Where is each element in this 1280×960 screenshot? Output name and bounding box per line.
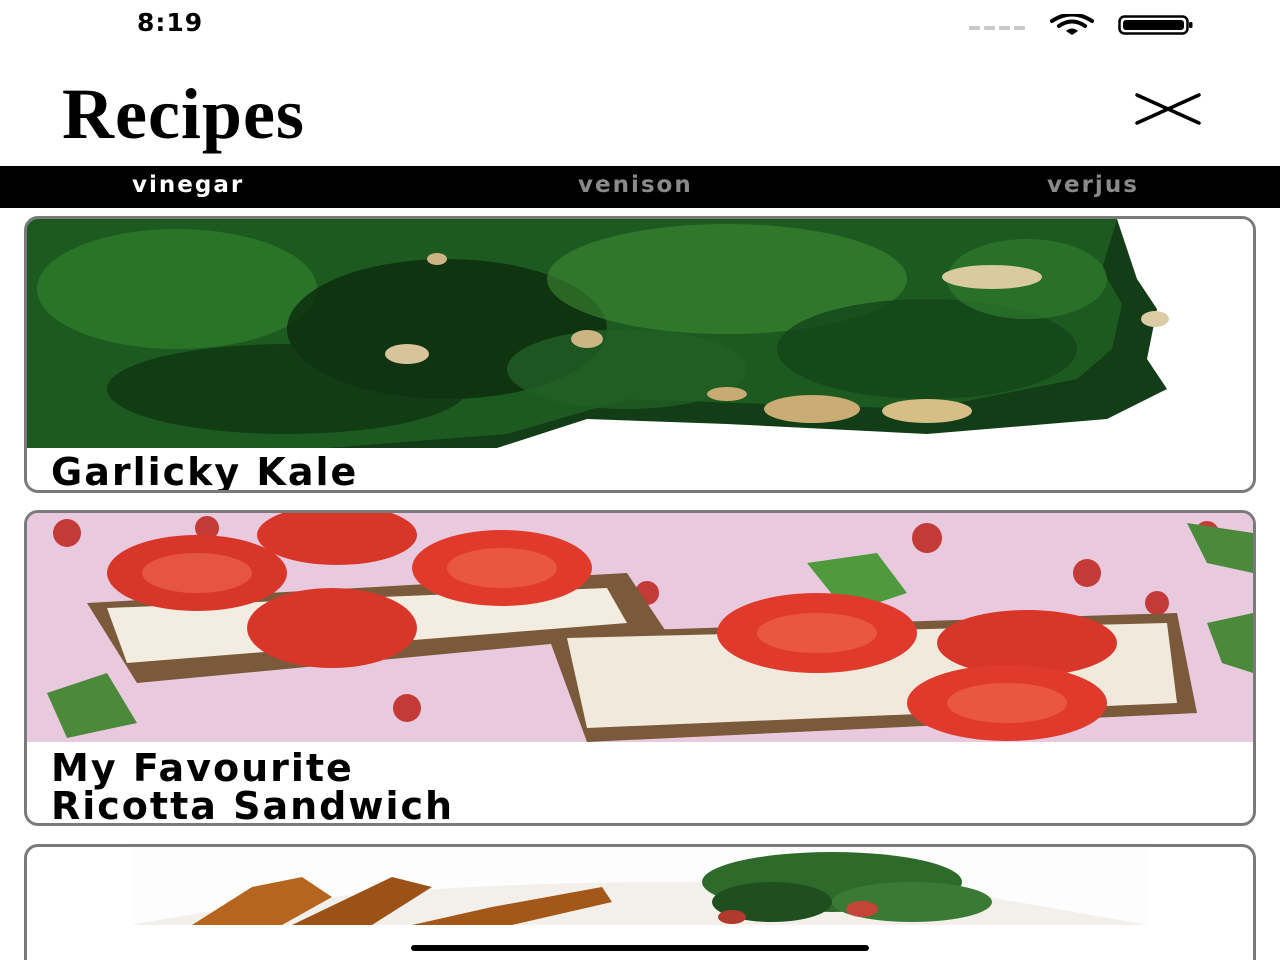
close-icon[interactable] xyxy=(1134,92,1202,126)
potato-wedges-salad-photo xyxy=(132,847,1148,925)
page-title: Recipes xyxy=(62,74,305,154)
category-tab-bar: vinegar venison verjus xyxy=(0,166,1280,208)
wifi-icon xyxy=(1050,14,1094,35)
cellular-signal-icon xyxy=(969,26,1025,30)
status-time: 8:19 xyxy=(137,8,204,37)
home-indicator xyxy=(411,945,869,951)
recipe-title: Garlicky Kale xyxy=(51,450,359,493)
tab-verjus[interactable]: verjus xyxy=(1047,172,1139,198)
recipe-title: My Favourite Ricotta Sandwich xyxy=(51,746,455,826)
tab-venison[interactable]: venison xyxy=(578,172,693,198)
kale-photo xyxy=(27,219,1253,448)
strawberry-ricotta-photo xyxy=(27,513,1253,742)
status-bar: 8:19 xyxy=(0,0,1280,50)
recipe-card[interactable]: Garlicky Kale xyxy=(24,216,1256,493)
recipe-card[interactable] xyxy=(24,844,1256,960)
battery-icon xyxy=(1118,15,1193,35)
tab-vinegar[interactable]: vinegar xyxy=(132,172,244,198)
recipe-card[interactable]: My Favourite Ricotta Sandwich xyxy=(24,510,1256,826)
